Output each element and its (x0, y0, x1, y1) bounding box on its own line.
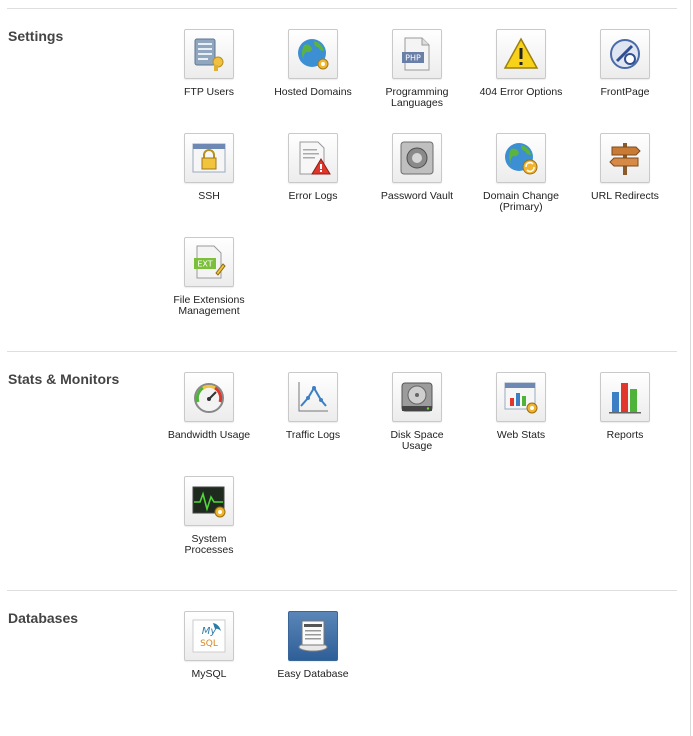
item-label: Web Stats (496, 429, 546, 441)
item-label: FTP Users (184, 86, 234, 98)
programming-languages-button[interactable]: PHP Programming Languages (365, 29, 469, 109)
section-title-databases: Databases (8, 610, 79, 626)
ssh-button[interactable]: SSH (157, 133, 261, 202)
ssh-lock-icon (184, 133, 234, 183)
easy-database-icon (288, 611, 338, 661)
section-divider (7, 351, 677, 352)
svg-text:EXT: EXT (197, 260, 212, 269)
item-label: Hosted Domains (274, 86, 352, 98)
mysql-icon: My SQL (184, 611, 234, 661)
disk-space-usage-button[interactable]: Disk Space Usage (365, 372, 469, 452)
mysql-button[interactable]: My SQL MySQL (157, 611, 261, 680)
item-label: Reports (606, 429, 644, 441)
item-label: Error Logs (288, 190, 338, 202)
right-border (690, 0, 691, 736)
section-title-stats-monitors: Stats & Monitors (8, 371, 120, 387)
php-file-icon: PHP (392, 29, 442, 79)
item-label: System Processes (184, 533, 234, 556)
web-stats-button[interactable]: Web Stats (469, 372, 573, 441)
hosted-domains-icon (288, 29, 338, 79)
item-label: Traffic Logs (285, 429, 341, 441)
domain-change-button[interactable]: Domain Change (Primary) (469, 133, 573, 213)
item-label: 404 Error Options (479, 86, 563, 98)
easy-database-button[interactable]: Easy Database (261, 611, 365, 680)
item-label: Easy Database (277, 668, 349, 680)
item-label: URL Redirects (591, 190, 659, 202)
vault-icon (392, 133, 442, 183)
item-label: Password Vault (380, 190, 454, 202)
traffic-logs-button[interactable]: Traffic Logs (261, 372, 365, 441)
item-label: SSH (198, 190, 220, 202)
item-label: Disk Space Usage (390, 429, 444, 452)
item-label: FrontPage (600, 86, 650, 98)
bar-chart-icon (600, 372, 650, 422)
traffic-chart-icon (288, 372, 338, 422)
item-label: File Extensions Management (173, 294, 245, 317)
404-error-options-button[interactable]: 404 Error Options (469, 29, 573, 98)
svg-text:PHP: PHP (405, 54, 421, 63)
web-stats-icon (496, 372, 546, 422)
warning-icon (496, 29, 546, 79)
system-processes-button[interactable]: System Processes (157, 476, 261, 556)
hosted-domains-button[interactable]: Hosted Domains (261, 29, 365, 98)
gauge-icon (184, 372, 234, 422)
url-redirects-button[interactable]: URL Redirects (573, 133, 677, 202)
frontpage-button[interactable]: FrontPage (573, 29, 677, 98)
item-label: Bandwidth Usage (167, 429, 251, 441)
item-label: Domain Change (Primary) (483, 190, 559, 213)
password-vault-button[interactable]: Password Vault (365, 133, 469, 202)
hard-disk-icon (392, 372, 442, 422)
section-title-settings: Settings (8, 28, 64, 44)
section-divider (7, 8, 677, 9)
ftp-users-icon (184, 29, 234, 79)
error-logs-button[interactable]: Error Logs (261, 133, 365, 202)
bandwidth-usage-button[interactable]: Bandwidth Usage (157, 372, 261, 441)
file-extension-icon: EXT (184, 237, 234, 287)
frontpage-icon (600, 29, 650, 79)
item-label: MySQL (191, 668, 227, 680)
ftp-users-button[interactable]: FTP Users (157, 29, 261, 98)
reports-button[interactable]: Reports (573, 372, 677, 441)
error-log-icon (288, 133, 338, 183)
signpost-icon (600, 133, 650, 183)
svg-text:SQL: SQL (200, 639, 218, 649)
section-divider (7, 590, 677, 591)
process-monitor-icon (184, 476, 234, 526)
domain-change-icon (496, 133, 546, 183)
file-extensions-button[interactable]: EXT File Extensions Management (157, 237, 261, 317)
item-label: Programming Languages (385, 86, 449, 109)
